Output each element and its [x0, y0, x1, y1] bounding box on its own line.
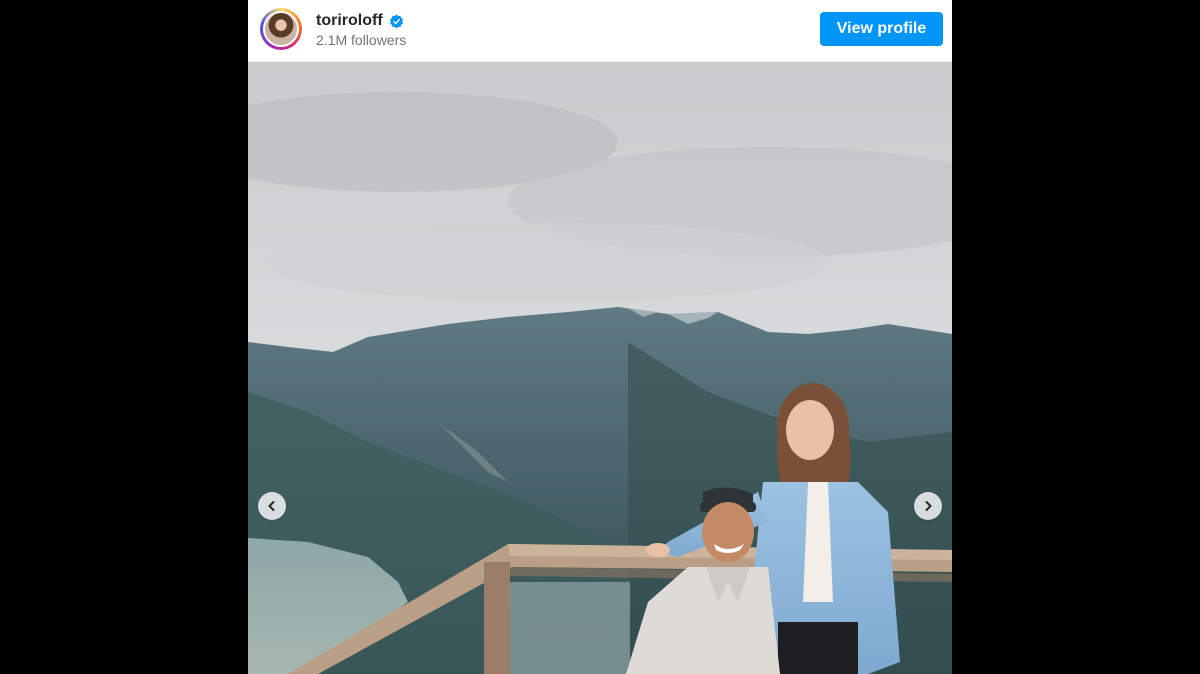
photo-scene — [248, 62, 952, 674]
instagram-embed: toriroloff 2.1M followers View profile — [248, 0, 952, 674]
post-photo[interactable] — [248, 62, 952, 674]
view-profile-button[interactable]: View profile — [820, 12, 943, 46]
chevron-left-icon — [268, 501, 275, 511]
carousel-next-button[interactable] — [914, 492, 942, 520]
follower-count: 2.1M followers — [316, 32, 407, 48]
username-row: toriroloff — [316, 12, 404, 30]
post-header: toriroloff 2.1M followers View profile — [248, 0, 952, 62]
verified-badge-icon — [389, 13, 404, 29]
avatar[interactable] — [263, 11, 299, 47]
avatar-story-ring[interactable] — [260, 8, 302, 50]
carousel-prev-button[interactable] — [258, 492, 286, 520]
username-link[interactable]: toriroloff — [316, 12, 383, 30]
chevron-right-icon — [925, 501, 932, 511]
